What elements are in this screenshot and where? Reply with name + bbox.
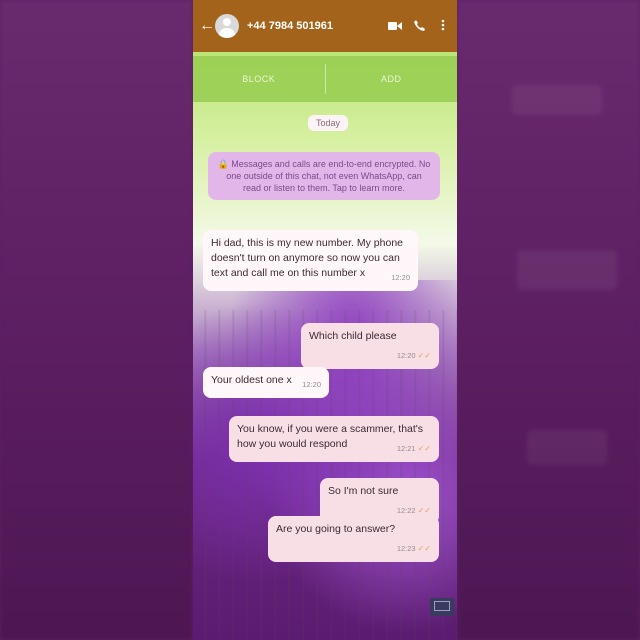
more-vertical-icon[interactable] [433,19,453,34]
message-bubble-outgoing[interactable]: You know, if you were a scammer, that's … [229,416,439,462]
blurred-background-right [457,0,640,640]
message-bubble-outgoing[interactable]: Which child please 12:20 ✓✓ [301,323,439,369]
block-button[interactable]: BLOCK [193,56,325,102]
message-time: 12:20 [302,380,321,389]
message-text: Are you going to answer? [276,523,396,535]
message-text: Hi dad, this is my new number. My phone … [211,237,404,279]
phone-icon[interactable] [409,19,429,34]
message-text: You know, if you were a scammer, that's … [237,423,424,450]
double-check-icon: ✓✓ [417,544,431,553]
message-text: So I'm not sure [328,485,399,497]
message-text: Which child please [309,330,397,342]
encryption-notice[interactable]: 🔒 Messages and calls are end-to-end encr… [208,152,440,200]
chat-screen: ← +44 7984 501961 BLOCK ADD Today 🔒 Mess… [193,0,457,640]
message-text: Your oldest one x [211,374,292,386]
blurred-shape [512,85,602,115]
blurred-background-left [0,0,193,640]
message-bubble-incoming[interactable]: Your oldest one x 12:20 [203,367,329,398]
back-arrow-icon[interactable]: ← [199,18,215,34]
video-call-icon[interactable] [385,19,405,34]
chat-header: ← +44 7984 501961 [193,0,457,52]
message-bubble-incoming[interactable]: Hi dad, this is my new number. My phone … [203,230,418,291]
message-time: 12:23 ✓✓ [396,544,431,553]
avatar[interactable] [215,14,239,38]
blurred-shape [517,250,617,290]
date-separator: Today [308,115,349,131]
add-contact-button[interactable]: ADD [326,56,458,102]
double-check-icon: ✓✓ [417,351,431,360]
message-time: 12:21 ✓✓ [396,444,431,453]
double-check-icon: ✓✓ [417,444,431,453]
message-time: 12:20 ✓✓ [396,351,431,360]
message-time: 12:20 [391,273,410,282]
message-bubble-outgoing[interactable]: Are you going to answer? 12:23 ✓✓ [268,516,439,562]
contact-number[interactable]: +44 7984 501961 [247,20,385,32]
blurred-shape [527,430,607,465]
double-check-icon: ✓✓ [417,506,431,515]
screen-overlay-icon [430,598,454,616]
unknown-contact-actions: BLOCK ADD [193,56,457,102]
